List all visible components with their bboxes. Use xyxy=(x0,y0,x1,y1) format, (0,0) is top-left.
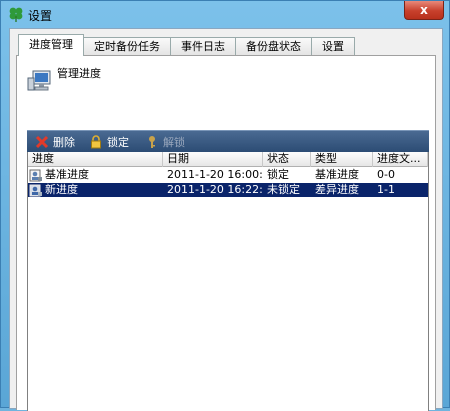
tab-backup-disk-status[interactable]: 备份盘状态 xyxy=(235,37,312,55)
settings-window: 设置 x 进度管理 定时备份任务 事件日志 备份盘状态 设置 管理进度 删除 锁… xyxy=(0,0,450,411)
unlock-label: 解锁 xyxy=(163,136,185,149)
window-title: 设置 xyxy=(28,9,53,23)
lock-icon xyxy=(89,135,103,149)
column-header-progress[interactable]: 进度 xyxy=(28,152,163,167)
progress-type: 差异进度 xyxy=(315,183,359,196)
progress-name: 基准进度 xyxy=(45,168,89,181)
progress-status: 锁定 xyxy=(267,168,289,181)
progress-file: 0-0 xyxy=(377,168,395,181)
close-icon: x xyxy=(420,3,428,17)
tab-label: 事件日志 xyxy=(181,40,225,53)
row-name-cell: 基准进度 xyxy=(28,168,163,182)
progress-name: 新进度 xyxy=(45,183,78,196)
title-bar[interactable]: 设置 x xyxy=(1,1,449,28)
tab-strip: 进度管理 定时备份任务 事件日志 备份盘状态 设置 xyxy=(18,34,355,56)
delete-button[interactable]: 删除 xyxy=(35,134,75,150)
delete-label: 删除 xyxy=(53,136,75,149)
tab-event-log[interactable]: 事件日志 xyxy=(170,37,236,55)
toolbar: 删除 锁定 解锁 xyxy=(27,130,429,152)
tab-progress-management[interactable]: 进度管理 xyxy=(18,34,84,56)
column-header-status[interactable]: 状态 xyxy=(263,152,311,167)
lock-button[interactable]: 锁定 xyxy=(89,134,129,150)
dialog-client-area: 进度管理 定时备份任务 事件日志 备份盘状态 设置 管理进度 删除 锁定 解锁 … xyxy=(9,28,443,411)
row-name-cell: 新进度 xyxy=(28,183,163,197)
unlock-button[interactable]: 解锁 xyxy=(145,134,185,150)
column-header-date[interactable]: 日期 xyxy=(163,152,263,167)
column-header-progress-file[interactable]: 进度文... xyxy=(373,152,428,167)
tab-scheduled-backup[interactable]: 定时备份任务 xyxy=(83,37,171,55)
progress-management-panel: 管理进度 删除 锁定 解锁 进度 日期 状态 类型 进度文... 基准进度 20… xyxy=(16,55,436,411)
baseline-progress-icon xyxy=(29,169,42,181)
lock-label: 锁定 xyxy=(107,136,129,149)
key-icon xyxy=(145,135,159,149)
panel-title: 管理进度 xyxy=(57,67,101,80)
progress-list: 进度 日期 状态 类型 进度文... 基准进度 2011-1-20 16:00:… xyxy=(27,152,429,411)
progress-type: 基准进度 xyxy=(315,168,359,181)
progress-date: 2011-1-20 16:22:00 xyxy=(167,183,263,196)
tab-label: 设置 xyxy=(322,40,344,53)
close-button[interactable]: x xyxy=(404,1,444,20)
clover-app-icon xyxy=(9,7,23,22)
list-header: 进度 日期 状态 类型 进度文... xyxy=(28,152,428,167)
tab-label: 备份盘状态 xyxy=(246,40,301,53)
tab-label: 定时备份任务 xyxy=(94,40,160,53)
progress-date: 2011-1-20 16:00:00 xyxy=(167,168,263,181)
tab-label: 进度管理 xyxy=(29,38,73,51)
incremental-progress-icon xyxy=(29,184,42,196)
tab-settings[interactable]: 设置 xyxy=(311,37,355,55)
column-header-type[interactable]: 类型 xyxy=(311,152,373,167)
delete-x-icon xyxy=(35,135,49,149)
computer-icon xyxy=(27,70,51,91)
progress-status: 未锁定 xyxy=(267,183,300,196)
progress-file: 1-1 xyxy=(377,183,395,196)
table-row[interactable]: 基准进度 2011-1-20 16:00:00 锁定 基准进度 0-0 xyxy=(28,168,428,182)
table-row-selected[interactable]: 新进度 2011-1-20 16:22:00 未锁定 差异进度 1-1 xyxy=(28,183,428,197)
